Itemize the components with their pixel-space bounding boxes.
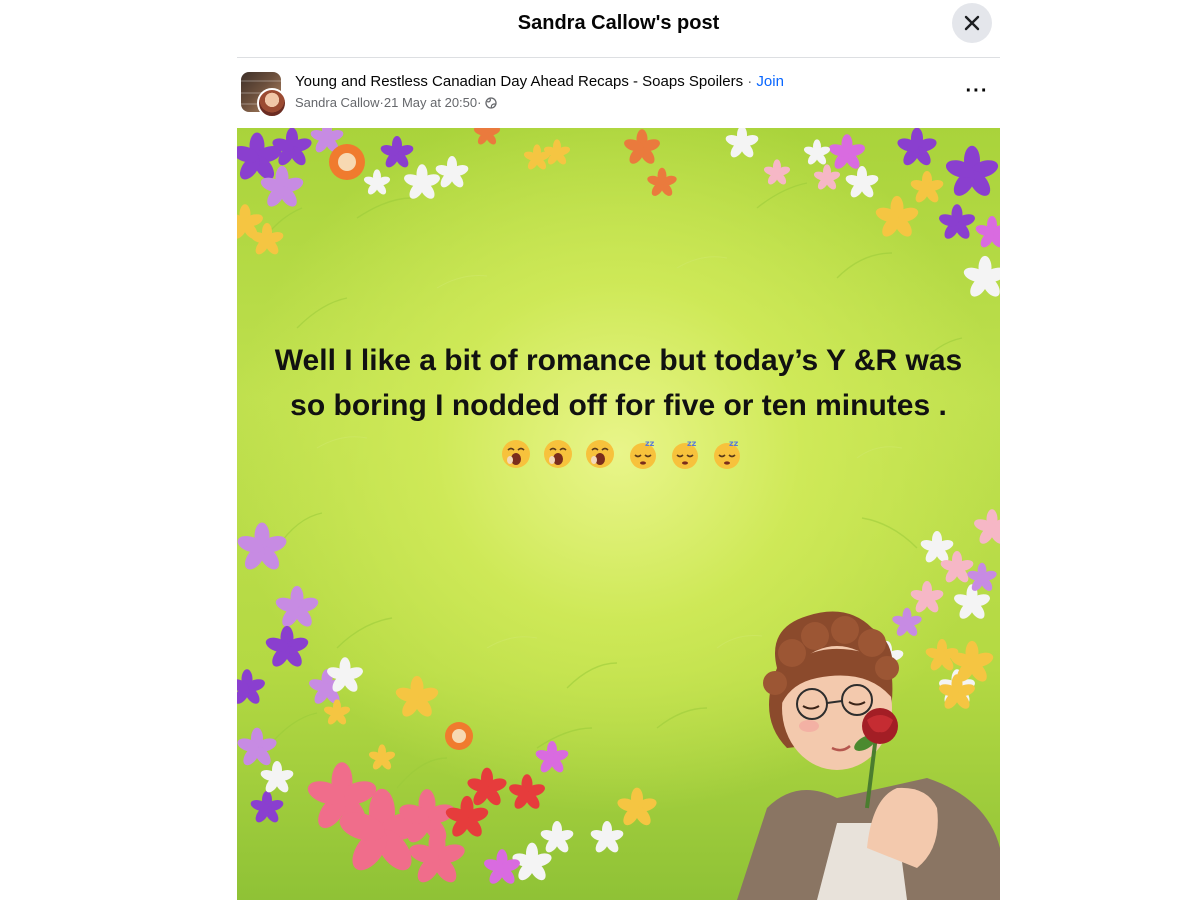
separator: · [743, 73, 757, 90]
close-button[interactable] [952, 3, 992, 43]
emoji-row: zz zz zz [499, 430, 745, 475]
post-header: Young and Restless Canadian Day Ahead Re… [237, 58, 1000, 128]
post-text: Well I like a bit of romance but today’s… [257, 338, 980, 475]
yawning-face-icon [586, 439, 615, 468]
globe-icon[interactable] [485, 97, 498, 109]
more-options-button[interactable]: ··· [959, 76, 995, 112]
svg-text:zz: zz [729, 439, 739, 448]
close-icon [964, 15, 980, 31]
post-text-body: Well I like a bit of romance but today’s… [274, 344, 963, 422]
group-name-link[interactable]: Young and Restless Canadian Day Ahead Re… [295, 73, 743, 90]
dialog-header: Sandra Callow's post [237, 0, 1000, 58]
post-meta: Sandra Callow · 21 May at 20:50 · [295, 95, 498, 110]
separator: · [477, 95, 482, 110]
yawning-face-icon [543, 439, 572, 468]
sleeping-face-icon: zz [672, 439, 699, 469]
sleeping-face-icon: zz [714, 439, 741, 469]
dialog-title: Sandra Callow's post [517, 12, 720, 34]
group-line: Young and Restless Canadian Day Ahead Re… [295, 73, 784, 90]
svg-text:zz: zz [645, 439, 655, 448]
yawning-face-icon [501, 439, 530, 468]
svg-text:zz: zz [687, 439, 697, 448]
post-image[interactable]: Well I like a bit of romance but today’s… [237, 128, 1000, 900]
avatar-illustration [737, 611, 1000, 900]
user-avatar[interactable] [257, 88, 287, 118]
sleeping-face-icon: zz [629, 439, 656, 469]
post-timestamp[interactable]: 21 May at 20:50 [384, 95, 477, 110]
author-link[interactable]: Sandra Callow [295, 95, 380, 110]
join-link[interactable]: Join [756, 73, 784, 90]
